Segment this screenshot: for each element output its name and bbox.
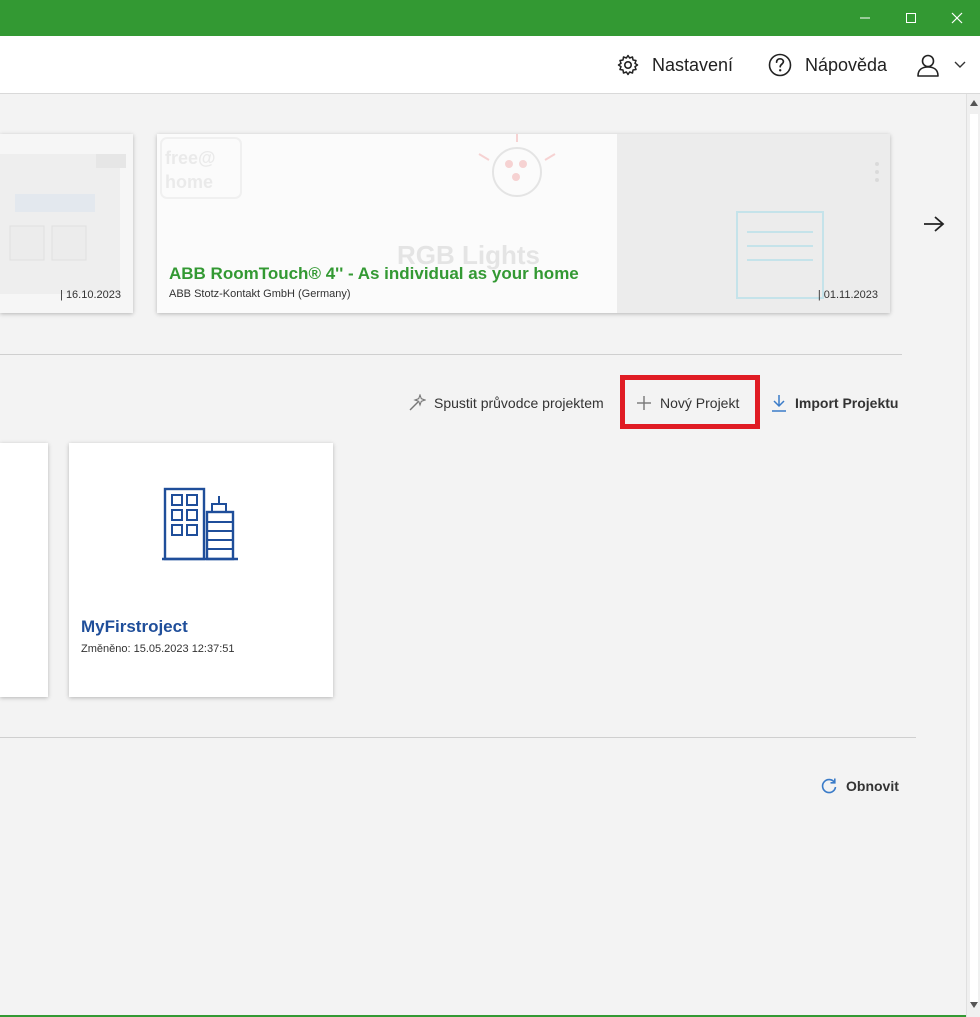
refresh-button[interactable]: Obnovit	[820, 775, 899, 797]
wand-icon	[409, 394, 426, 411]
settings-button[interactable]: Nastavení	[616, 36, 733, 94]
scroll-up-arrow[interactable]	[969, 98, 979, 108]
help-button[interactable]: Nápověda	[767, 36, 887, 94]
maximize-button[interactable]	[888, 0, 934, 36]
settings-label: Nastavení	[652, 54, 734, 75]
news-title: ABB RoomTouch® 4'' - As individual as yo…	[169, 264, 579, 283]
building-icon	[162, 487, 238, 561]
gear-icon	[617, 54, 639, 76]
import-project-button[interactable]: Import Projektu	[771, 392, 898, 414]
minimize-icon	[860, 17, 870, 19]
close-button[interactable]	[934, 0, 980, 36]
news-image: RGB Lights free@ home	[157, 134, 890, 313]
project-card[interactable]: MyFirstroject Změněno: 15.05.2023 12:37:…	[69, 443, 333, 697]
project-card[interactable]	[0, 443, 48, 697]
maximize-icon	[906, 13, 916, 23]
user-icon	[917, 54, 939, 77]
project-wizard-button[interactable]: Spustit průvodce projektem	[408, 392, 604, 414]
section-divider	[0, 737, 916, 738]
news-next-button[interactable]	[920, 212, 948, 236]
close-icon	[951, 12, 963, 24]
refresh-label: Obnovit	[846, 778, 899, 794]
import-project-label: Import Projektu	[795, 395, 899, 411]
news-image	[0, 134, 133, 313]
news-date: | 16.10.2023	[60, 289, 121, 301]
news-publisher: ABB Stotz-Kontakt GmbH (Germany)	[169, 288, 351, 300]
scroll-down-arrow[interactable]	[969, 1000, 979, 1010]
download-icon	[772, 395, 786, 412]
highlight-box	[620, 375, 760, 429]
section-divider	[0, 354, 902, 355]
news-card[interactable]: RGB Lights free@ home ABB RoomTouch® 4''…	[157, 134, 890, 313]
help-icon	[768, 53, 792, 77]
title-bar	[0, 0, 980, 36]
vertical-scrollbar[interactable]	[966, 94, 980, 1017]
logo-text-line2: home	[165, 172, 213, 192]
minimize-button[interactable]	[842, 0, 888, 36]
project-wizard-label: Spustit průvodce projektem	[434, 395, 604, 411]
top-bar: Nastavení Nápověda	[0, 36, 980, 94]
scroll-thumb[interactable]	[970, 114, 978, 1004]
user-menu-button[interactable]	[915, 36, 967, 94]
logo-text-line1: free@	[165, 148, 216, 168]
news-card[interactable]: | 16.10.2023	[0, 134, 133, 313]
arrow-right-icon	[924, 216, 945, 232]
help-label: Nápověda	[805, 54, 888, 75]
project-name: MyFirstroject	[81, 617, 188, 636]
project-modified: Změněno: 15.05.2023 12:37:51	[81, 643, 235, 655]
news-date: | 01.11.2023	[817, 289, 878, 301]
chevron-down-icon	[954, 61, 966, 68]
refresh-icon	[821, 778, 837, 794]
